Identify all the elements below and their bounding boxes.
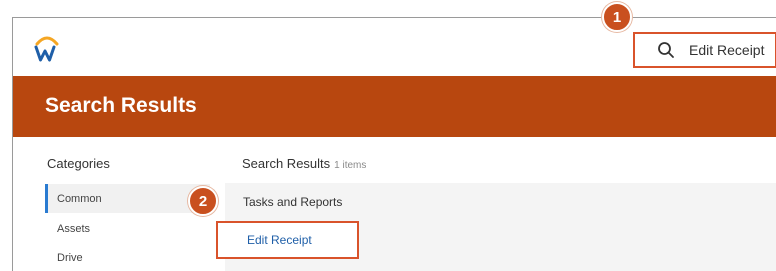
category-item-common[interactable]: Common <box>45 184 210 213</box>
category-item-assets[interactable]: Assets <box>45 214 210 243</box>
page-title: Search Results <box>45 94 197 117</box>
step-badge-2: 2 <box>188 186 218 216</box>
categories-title: Categories <box>47 156 110 171</box>
result-link-edit-receipt[interactable]: Edit Receipt <box>247 233 312 247</box>
app-window: Edit Receipt Search Results Categories C… <box>12 17 776 271</box>
results-heading-label: Search Results <box>242 156 331 171</box>
workday-logo[interactable] <box>33 32 61 64</box>
top-bar: Edit Receipt <box>13 18 776 76</box>
search-query-text: Edit Receipt <box>689 42 765 58</box>
step-badge-1: 1 <box>602 2 632 32</box>
results-heading: Search Results 1 items <box>242 156 366 171</box>
global-search-box[interactable]: Edit Receipt <box>633 32 776 68</box>
results-count: 1 items <box>334 160 367 171</box>
results-group-title: Tasks and Reports <box>243 195 343 209</box>
category-item-drive[interactable]: Drive <box>45 243 210 271</box>
result-item-highlight: Edit Receipt <box>216 221 359 259</box>
page-header-band: Search Results <box>13 76 776 137</box>
search-icon <box>658 42 674 58</box>
